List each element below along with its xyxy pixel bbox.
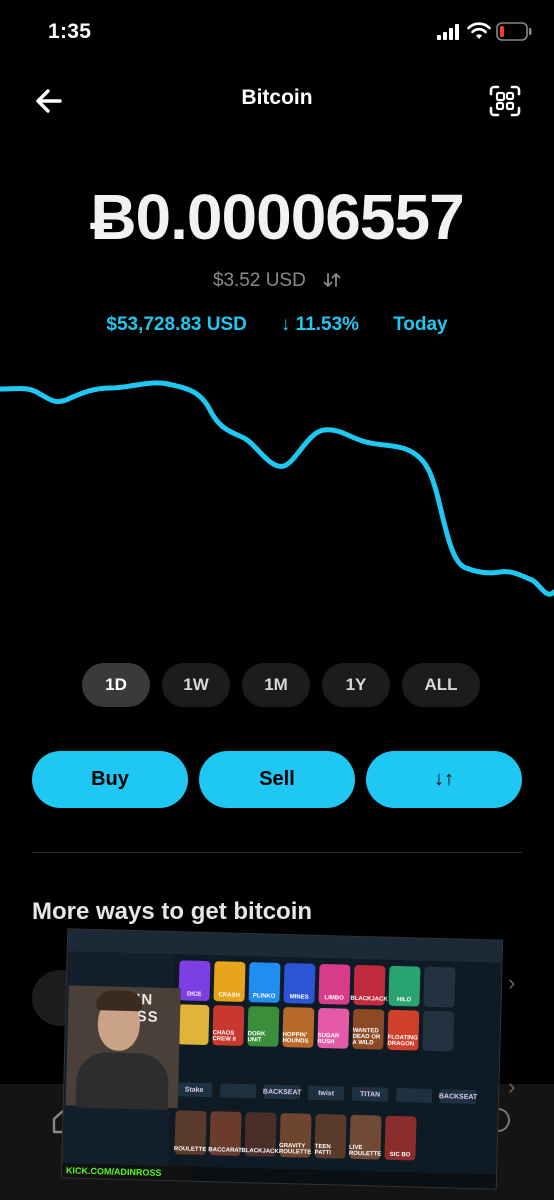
usd-balance: $3.52 USD bbox=[212, 270, 306, 291]
range-selector: 1D 1W 1M 1Y ALL bbox=[82, 663, 480, 707]
price-chart[interactable] bbox=[0, 360, 554, 620]
action-buttons: Buy Sell ↓↑ bbox=[32, 751, 522, 808]
game-tile: SUGAR RUSH bbox=[317, 1007, 350, 1049]
live-tile: BACCARAT bbox=[208, 1111, 242, 1156]
btc-price: $53,728.83 USD bbox=[106, 314, 247, 335]
price-period: Today bbox=[393, 314, 448, 335]
provider-logo: BACKSEAT bbox=[439, 1089, 477, 1105]
live-tile: TEEN PATTI bbox=[314, 1113, 347, 1159]
live-tile: LIVE ROULETTE bbox=[349, 1114, 382, 1160]
live-tile: GRAVITY ROULETTE bbox=[279, 1112, 312, 1158]
provider-logo bbox=[395, 1088, 433, 1103]
stream-game-grid: DICE CRASH PLINKO MINES LIMBO BLACKJACK … bbox=[177, 960, 456, 1052]
chevron-right-icon[interactable]: › bbox=[508, 1074, 515, 1100]
game-tile bbox=[423, 966, 456, 1008]
stream-providers: Stake BACKSEAT twist TITAN BACKSEAT bbox=[175, 1082, 477, 1105]
cellular-signal-icon bbox=[437, 24, 459, 40]
range-all[interactable]: ALL bbox=[402, 663, 480, 707]
game-tile: LIMBO bbox=[318, 963, 351, 1005]
chevron-right-icon[interactable]: › bbox=[508, 970, 515, 996]
game-tile: HOPPIN' HOUNDS bbox=[282, 1007, 315, 1048]
provider-logo: TITAN bbox=[351, 1086, 389, 1102]
swap-button[interactable]: ↓↑ bbox=[366, 751, 522, 808]
game-tile: HILO bbox=[388, 965, 421, 1007]
live-tile: BLACKJACK bbox=[241, 1112, 279, 1157]
provider-logo: twist bbox=[307, 1085, 345, 1101]
streamer-shirt bbox=[75, 1051, 170, 1111]
stream-overlay[interactable]: DICE CRASH PLINKO MINES LIMBO BLACKJACK … bbox=[60, 928, 504, 1190]
game-tile bbox=[422, 1010, 455, 1052]
stream-live-casino: ROULETTE BACCARAT BLACKJACK GRAVITY ROUL… bbox=[174, 1110, 417, 1161]
range-1m[interactable]: 1M bbox=[242, 663, 310, 707]
price-change: ↓ 11.53% bbox=[280, 314, 360, 335]
status-time: 1:35 bbox=[48, 20, 92, 43]
game-tile: CRASH bbox=[213, 961, 246, 1002]
provider-logo: Stake bbox=[175, 1082, 213, 1098]
game-tile: PLINKO bbox=[248, 962, 281, 1003]
sell-button[interactable]: Sell bbox=[199, 751, 355, 808]
section-title: More ways to get bitcoin bbox=[32, 898, 313, 925]
provider-logo: BACKSEAT bbox=[263, 1084, 301, 1100]
provider-logo bbox=[219, 1083, 257, 1099]
game-tile: DORK UNIT bbox=[247, 1006, 280, 1047]
btc-balance: Ƀ0.00006557 bbox=[90, 181, 464, 253]
battery-low-icon bbox=[496, 22, 532, 41]
live-tile: ROULETTE bbox=[174, 1110, 207, 1156]
usd-balance-row[interactable]: $3.52 USD bbox=[0, 270, 554, 292]
price-chart-line bbox=[0, 380, 554, 597]
game-tile: WANTED DEAD OR A WILD bbox=[352, 1008, 385, 1050]
qr-scan-icon[interactable] bbox=[488, 84, 522, 118]
divider bbox=[32, 852, 522, 853]
swap-currency-icon[interactable] bbox=[323, 272, 341, 288]
game-tile bbox=[177, 1004, 210, 1046]
game-tile: BLACKJACK bbox=[350, 964, 388, 1006]
kick-label: KICK.COM/ADINROSS bbox=[61, 1163, 193, 1181]
streamer-webcam: ADIN ROSS bbox=[65, 985, 181, 1111]
wifi-icon bbox=[467, 22, 491, 39]
status-bar: 1:35 bbox=[0, 0, 554, 62]
range-1y[interactable]: 1Y bbox=[322, 663, 390, 707]
live-tile: SIC BO bbox=[384, 1115, 417, 1161]
streamer-hair bbox=[96, 990, 143, 1012]
game-tile: DICE bbox=[178, 960, 211, 1002]
range-1w[interactable]: 1W bbox=[162, 663, 230, 707]
price-row: $53,728.83 USD ↓ 11.53% Today bbox=[0, 314, 554, 336]
buy-button[interactable]: Buy bbox=[32, 751, 188, 808]
game-tile: FLOATING DRAGON bbox=[387, 1009, 420, 1051]
range-1d[interactable]: 1D bbox=[82, 663, 150, 707]
screen-title: Bitcoin bbox=[241, 86, 313, 109]
game-tile: CHAOS CREW II bbox=[212, 1005, 245, 1046]
game-tile: MINES bbox=[283, 963, 316, 1004]
